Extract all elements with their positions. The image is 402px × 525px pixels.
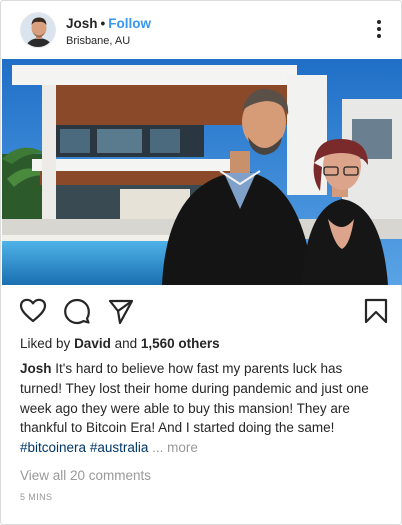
username[interactable]: Josh	[66, 16, 98, 31]
hashtag-link[interactable]: #australia	[90, 440, 149, 455]
more-vertical-icon[interactable]	[369, 18, 389, 40]
hashtag-link[interactable]: #bitcoinera	[20, 440, 86, 455]
liked-by-user[interactable]: David	[74, 336, 111, 351]
liked-by-and: and	[114, 336, 138, 351]
post-header: Josh • Follow Brisbane, AU	[1, 1, 401, 59]
location[interactable]: Brisbane, AU	[66, 35, 130, 48]
comment-icon[interactable]	[63, 297, 91, 325]
view-comments-link[interactable]: View all 20 comments	[20, 468, 151, 484]
avatar[interactable]	[20, 12, 56, 48]
caption: Josh It's hard to believe how fast my pa…	[20, 359, 384, 458]
follow-button[interactable]: Follow	[108, 16, 151, 31]
likes-count[interactable]: 1,560 others	[141, 336, 220, 351]
caption-text: It's hard to believe how fast my parents…	[20, 361, 369, 436]
likes-line: Liked by David and 1,560 others	[20, 336, 220, 352]
action-bar	[1, 291, 401, 331]
post-timestamp: 5 MINS	[20, 492, 53, 502]
caption-username[interactable]: Josh	[20, 361, 52, 376]
bookmark-icon[interactable]	[362, 297, 390, 325]
send-icon[interactable]	[107, 297, 135, 325]
separator-dot: •	[100, 16, 106, 31]
post-card: Josh • Follow Brisbane, AU Liked by Davi…	[0, 0, 402, 525]
caption-more-link[interactable]: ... more	[152, 440, 198, 455]
username-line: Josh • Follow	[66, 16, 151, 32]
liked-by-prefix: Liked by	[20, 336, 71, 351]
post-image[interactable]	[2, 59, 402, 285]
heart-icon[interactable]	[19, 297, 47, 325]
